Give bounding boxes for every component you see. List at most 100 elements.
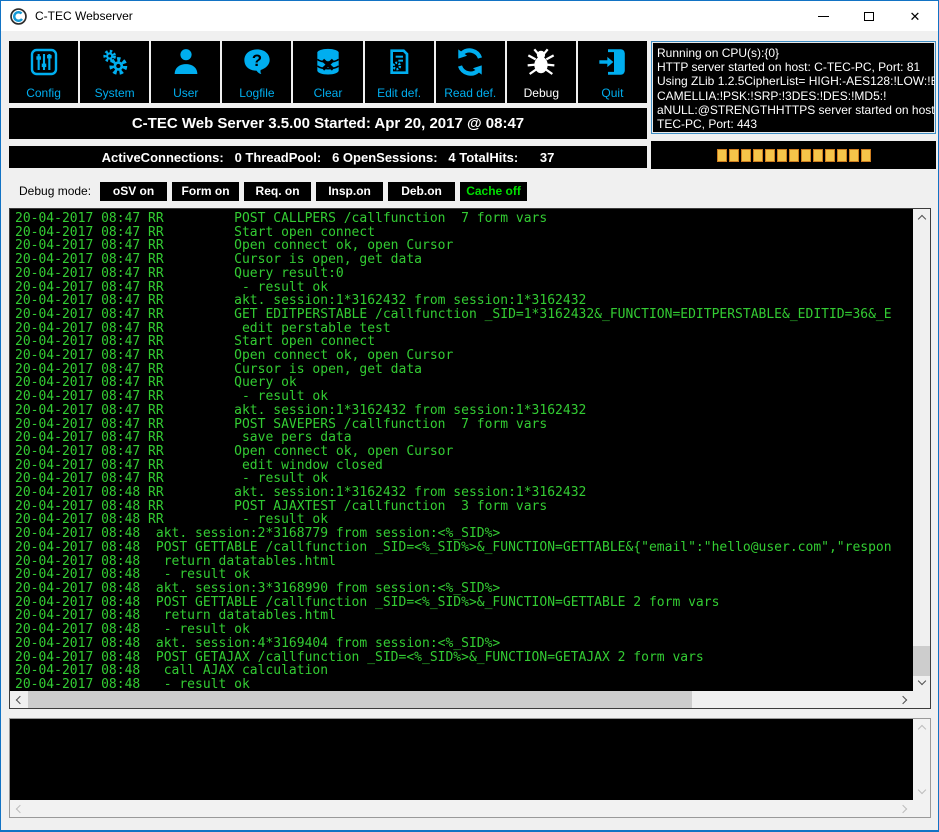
log-line: 20-04-2017 08:47 RR Start open connect [15,335,913,349]
server-info-panel: Running on CPU(s):{0}HTTP server started… [651,41,936,134]
logfile-user-label: User [173,86,198,100]
log-line: 20-04-2017 08:47 RR akt. session:1*31624… [15,294,913,308]
help-bubble-icon: ? [241,46,273,78]
log-line: 20-04-2017 08:47 RR Query ok [15,376,913,390]
log-horizontal-scrollbar[interactable] [10,691,913,708]
debug-mode-row: Debug mode: oSV on Form on Req. on Insp.… [9,181,532,201]
system-button[interactable]: System [80,41,149,103]
exit-door-icon [596,46,628,78]
titlebar: C-TEC Webserver ✕ [1,1,938,31]
log-line: 20-04-2017 08:47 RR Open connect ok, ope… [15,445,913,459]
cache-toggle-button[interactable]: Cache off [460,182,527,201]
status-led [741,149,751,162]
secondary-scroll-up-button[interactable] [913,719,930,736]
chevron-up-icon [917,725,925,733]
chevron-down-icon [917,786,925,794]
log-line: 20-04-2017 08:47 RR Open connect ok, ope… [15,239,913,253]
clear-button[interactable]: Clear [293,41,362,103]
logfile-button[interactable]: ? Logfile [222,41,291,103]
log-line: 20-04-2017 08:47 RR - result ok [15,472,913,486]
maximize-button[interactable] [846,1,892,31]
log-line: 20-04-2017 08:48 POST GETTABLE /callfunc… [15,596,913,610]
server-banner: C-TEC Web Server 3.5.00 Started: Apr 20,… [9,108,647,139]
status-led [837,149,847,162]
config-label: Config [26,86,61,100]
ctec-logo-icon [10,8,27,25]
req-toggle-button[interactable]: Req. on [244,182,311,201]
deb-toggle-button[interactable]: Deb.on [388,182,455,201]
log-line: 20-04-2017 08:47 RR - result ok [15,390,913,404]
secondary-scroll-down-button[interactable] [913,783,930,800]
chevron-right-icon [899,804,907,812]
read-def-button[interactable]: Read def. [436,41,505,103]
config-button[interactable]: Config [9,41,78,103]
scroll-up-button[interactable] [913,209,930,226]
chevron-left-icon [16,695,24,703]
log-line: 20-04-2017 08:48 return datatables.html [15,609,913,623]
refresh-icon [454,46,486,78]
scroll-down-button[interactable] [913,674,930,691]
log-line: 20-04-2017 08:48 RR POST AJAXTEST /callf… [15,500,913,514]
status-led [861,149,871,162]
log-line: 20-04-2017 08:47 RR POST CALLPERS /callf… [15,212,913,226]
scrollbar-corner [913,691,930,708]
log-line: 20-04-2017 08:48 POST GETAJAX /callfunct… [15,651,913,665]
form-toggle-button[interactable]: Form on [172,182,239,201]
status-led [789,149,799,162]
debug-button[interactable]: Debug [507,41,576,103]
quit-button[interactable]: Quit [578,41,647,103]
debug-mode-label: Debug mode: [19,184,91,198]
log-line: 20-04-2017 08:48 RR - result ok [15,513,913,527]
bug-icon [525,46,557,78]
close-button[interactable]: ✕ [892,1,938,31]
chevron-left-icon [16,804,24,812]
scroll-right-button[interactable] [896,691,913,708]
secondary-vertical-scrollbar[interactable] [913,719,930,800]
scroll-left-button[interactable] [10,691,27,708]
log-line: 20-04-2017 08:48 akt. session:4*3169404 … [15,637,913,651]
server-info-line: HTTP server started on host: C-TEC-PC, P… [657,60,930,74]
log-line: 20-04-2017 08:47 RR - result ok [15,281,913,295]
log-line: 20-04-2017 08:47 RR POST SAVEPERS /callf… [15,418,913,432]
minimize-button[interactable] [800,1,846,31]
log-line: 20-04-2017 08:48 call AJAX calculation [15,664,913,678]
osv-toggle-button[interactable]: oSV on [100,182,167,201]
log-line: 20-04-2017 08:48 akt. session:3*3168990 … [15,582,913,596]
chevron-up-icon [917,215,925,223]
log-output: 20-04-2017 08:47 RR POST CALLPERS /callf… [10,209,913,691]
log-vertical-scrollbar[interactable] [913,209,930,691]
edit-def-label: Edit def. [377,86,421,100]
app-window: { "window": { "title": "C-TEC Webserver"… [0,0,939,832]
edit-def-button[interactable]: Edit def. [365,41,434,103]
secondary-scroll-right-button[interactable] [896,800,913,817]
log-line: 20-04-2017 08:47 RR save pers data [15,431,913,445]
secondary-horizontal-scrollbar[interactable] [10,800,913,817]
log-line: 20-04-2017 08:47 RR Open connect ok, ope… [15,349,913,363]
log-line: 20-04-2017 08:48 - result ok [15,678,913,691]
sliders-icon [28,46,60,78]
status-led [849,149,859,162]
log-line: 20-04-2017 08:47 RR GET EDITPERSTABLE /c… [15,308,913,322]
edit-document-icon [383,46,415,78]
log-line: 20-04-2017 08:47 RR edit window closed [15,459,913,473]
status-led [765,149,775,162]
secondary-scroll-left-button[interactable] [10,800,27,817]
log-line: 20-04-2017 08:47 RR Query result:0 [15,267,913,281]
system-label: System [95,86,135,100]
horizontal-scroll-thumb[interactable] [28,691,692,708]
insp-toggle-button[interactable]: Insp.on [316,182,383,201]
logfile-label: Logfile [239,86,274,100]
gears-icon [99,46,131,78]
status-led [777,149,787,162]
log-line: 20-04-2017 08:48 akt. session:2*3168779 … [15,527,913,541]
window-controls: ✕ [800,1,938,31]
toolbar: Config System User ? Logfile Clear [9,41,647,103]
debug-label: Debug [524,86,559,100]
log-line: 20-04-2017 08:47 RR akt. session:1*31624… [15,404,913,418]
chevron-right-icon [899,695,907,703]
vertical-scroll-thumb[interactable] [913,646,930,676]
status-led [825,149,835,162]
log-line: 20-04-2017 08:47 RR Start open connect [15,226,913,240]
user-button[interactable]: User [151,41,220,103]
database-clear-icon [312,46,344,78]
